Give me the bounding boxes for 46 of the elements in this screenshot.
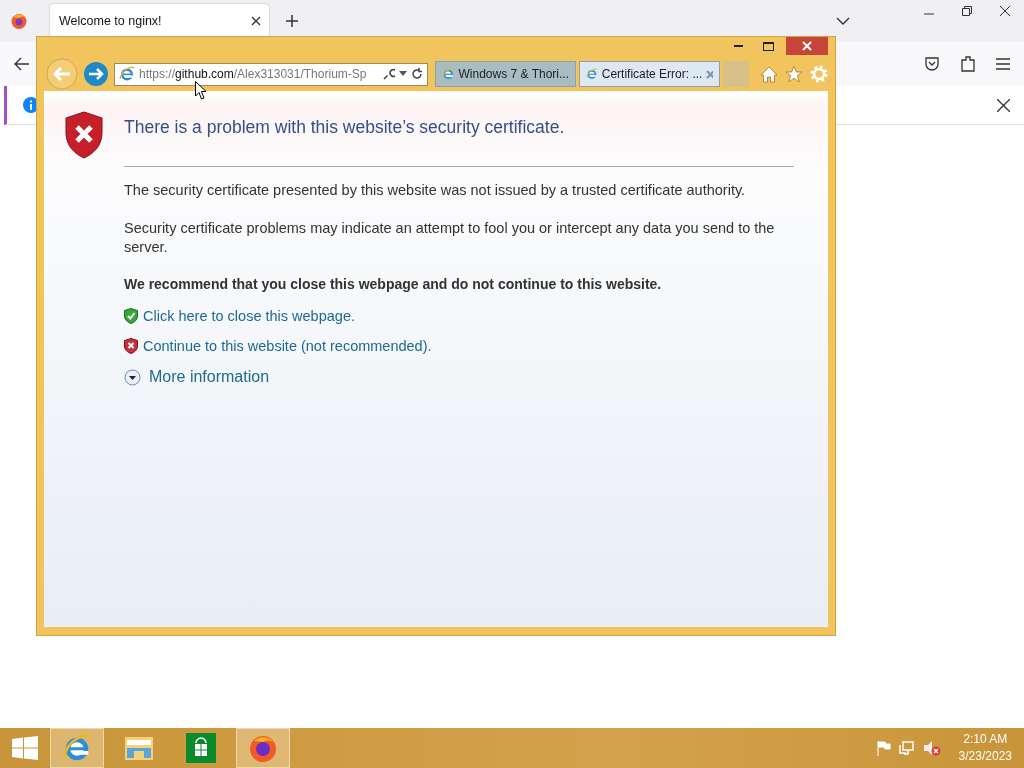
more-information-link[interactable]: More information [149, 368, 270, 386]
restore-icon[interactable] [962, 6, 972, 16]
internet-explorer-icon [62, 733, 92, 763]
close-icon[interactable] [1000, 6, 1010, 16]
shield-error-icon [64, 111, 104, 159]
minimize-icon [733, 44, 743, 48]
menu-icon[interactable] [996, 58, 1010, 70]
flag-icon[interactable] [876, 740, 891, 756]
folder-icon [124, 734, 154, 762]
mouse-pointer-icon [195, 80, 207, 100]
browser-tab[interactable]: Welcome to nginx! [50, 4, 269, 38]
star-icon[interactable] [785, 65, 803, 83]
link[interactable]: Click here to close this webpage. [143, 308, 355, 324]
internet-explorer-icon [442, 66, 455, 82]
firefox-icon [248, 733, 278, 763]
puzzle-icon[interactable] [960, 55, 976, 73]
paragraph: Security certificate problems may indicate an attempt to fool you or intercept any data you send to the server. [124, 219, 776, 257]
new-tab-icon[interactable] [285, 14, 299, 28]
dropdown-icon[interactable] [399, 71, 407, 77]
speaker-muted-icon[interactable] [922, 740, 941, 756]
internet-explorer-icon [586, 66, 598, 82]
page-heading: There is a problem with this website’s security certificate. [124, 117, 566, 138]
shield-check-icon [124, 308, 138, 324]
chevron-down-icon[interactable] [836, 16, 850, 26]
shield-error-icon [124, 338, 138, 354]
pocket-icon[interactable] [924, 56, 940, 72]
recommendation-text: We recommend that you close this webpage and do not continue to this website. [124, 276, 663, 292]
store-icon [186, 733, 216, 763]
back-arrow-icon[interactable] [14, 57, 30, 71]
link[interactable]: Continue to this website (not recommended). [143, 338, 432, 354]
taskbar-button[interactable] [236, 728, 290, 768]
expand-icon[interactable] [124, 368, 141, 386]
paragraph: The security certificate presented by this website was not issued by a trusted certificate authority. [124, 181, 747, 200]
close-icon[interactable] [997, 98, 1010, 112]
firefox-icon[interactable] [10, 12, 28, 30]
forward-button[interactable] [83, 61, 109, 87]
internet-explorer-icon [119, 66, 135, 82]
close-icon [802, 41, 812, 51]
maximize-icon [762, 41, 774, 51]
close-icon[interactable] [251, 16, 261, 26]
home-icon[interactable] [760, 65, 778, 83]
browser-tab[interactable]: Windows 7 & Thori... [435, 61, 576, 87]
close-button[interactable] [786, 37, 828, 55]
browser-tab[interactable]: Certificate Error: ... [579, 61, 720, 87]
taskbar-button[interactable] [50, 728, 104, 768]
refresh-icon[interactable] [411, 68, 423, 80]
